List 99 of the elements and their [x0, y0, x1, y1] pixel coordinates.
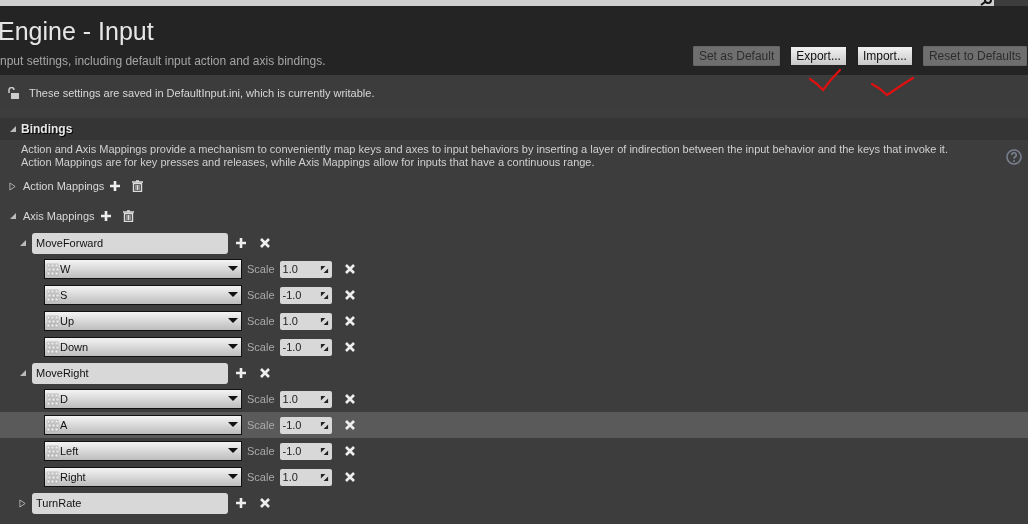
scale-label: Scale [247, 445, 275, 457]
collapse-arrow-icon[interactable] [8, 124, 17, 134]
add-icon[interactable] [235, 497, 247, 509]
scale-field[interactable]: 1.0 [279, 468, 332, 486]
axis-name-field[interactable]: MoveRight [32, 362, 228, 384]
close-icon[interactable] [260, 498, 270, 508]
scale-label: Scale [247, 289, 275, 301]
description-text: Action and Axis Mappings provide a mechanism to conveniently map keys and axes to input behaviors by inserting a layer of indirection between the input behavior and the keys that invoke it. [21, 143, 948, 156]
keyboard-icon [46, 340, 60, 354]
key-name: Left [60, 445, 80, 457]
close-icon[interactable] [344, 420, 355, 430]
check-mark-drawing [808, 68, 842, 92]
keyboard-icon [46, 444, 60, 458]
scale-field[interactable]: 1.0 [279, 390, 332, 408]
header-button[interactable]: Import... [856, 46, 913, 66]
collapse-arrow-icon[interactable] [8, 211, 17, 221]
scale-label: Scale [247, 315, 275, 327]
scale-label: Scale [247, 263, 275, 275]
drag-handle-icon[interactable] [319, 420, 329, 430]
section-title: Bindings [21, 122, 73, 136]
keyboard-icon [46, 288, 60, 302]
keyboard-icon [46, 262, 60, 276]
scale-label: Scale [247, 393, 275, 405]
page-title: Engine - Input [0, 16, 155, 46]
scale-field[interactable]: 1.0 [279, 260, 332, 278]
collapse-arrow-icon[interactable] [18, 368, 27, 378]
caret-icon [228, 266, 238, 272]
section-header[interactable]: Bindings [0, 118, 1028, 140]
add-icon[interactable] [235, 367, 247, 379]
key-name: W [60, 263, 72, 275]
close-icon[interactable] [260, 368, 270, 378]
scale-label: Scale [247, 419, 275, 431]
key-name: Down [60, 341, 90, 353]
collapse-arrow-icon[interactable] [18, 238, 27, 248]
search-field[interactable] [0, 0, 994, 6]
unlocked-padlock-icon [7, 86, 19, 99]
drag-handle-icon[interactable] [319, 342, 329, 352]
close-icon[interactable] [344, 342, 355, 352]
caret-icon [228, 318, 238, 324]
expand-arrow-icon[interactable] [18, 498, 27, 508]
scale-field[interactable]: -1.0 [279, 442, 332, 460]
keyboard-icon [46, 314, 60, 328]
drag-handle-icon[interactable] [319, 264, 329, 274]
key-dropdown[interactable]: Right [44, 467, 242, 487]
scale-field[interactable]: -1.0 [279, 286, 332, 304]
key-name: A [60, 419, 69, 431]
scale-field[interactable]: -1.0 [279, 338, 332, 356]
key-dropdown[interactable]: A [44, 415, 242, 435]
add-icon[interactable] [109, 180, 122, 192]
notice-text: These settings are saved in DefaultInput.ini, which is currently writable. [29, 86, 375, 99]
group-label: Action Mappings [23, 180, 105, 192]
expand-arrow-icon[interactable] [8, 181, 17, 191]
keyboard-icon [46, 470, 60, 484]
key-name: Right [60, 471, 87, 483]
caret-icon [228, 448, 238, 454]
axis-name-field[interactable]: MoveForward [32, 232, 228, 254]
caret-icon [228, 474, 238, 480]
trash-icon[interactable] [132, 180, 144, 192]
keyboard-icon [46, 418, 60, 432]
key-name: D [60, 393, 69, 405]
drag-handle-icon[interactable] [319, 472, 329, 482]
add-icon[interactable] [235, 237, 247, 249]
axis-name-field[interactable]: TurnRate [32, 492, 228, 514]
close-icon[interactable] [344, 290, 355, 300]
keyboard-icon [46, 392, 60, 406]
caret-icon [228, 396, 238, 402]
close-icon[interactable] [344, 472, 355, 482]
caret-icon [228, 344, 238, 350]
drag-handle-icon[interactable] [319, 290, 329, 300]
search-icon [980, 0, 992, 6]
close-icon[interactable] [344, 394, 355, 404]
header-button[interactable]: Export... [790, 46, 847, 66]
scale-field[interactable]: 1.0 [279, 312, 332, 330]
drag-handle-icon[interactable] [319, 446, 329, 456]
page-subtitle: nput settings, including default input action and axis bindings. [0, 54, 326, 68]
key-name: Up [60, 315, 76, 327]
drag-handle-icon[interactable] [319, 394, 329, 404]
scale-label: Scale [247, 341, 275, 353]
key-dropdown[interactable]: Down [44, 337, 242, 357]
scale-field[interactable]: -1.0 [279, 416, 332, 434]
key-dropdown[interactable]: Up [44, 311, 242, 331]
group-label: Axis Mappings [23, 210, 95, 222]
key-dropdown[interactable]: Left [44, 441, 242, 461]
caret-icon [228, 292, 238, 298]
scale-label: Scale [247, 471, 275, 483]
close-icon[interactable] [260, 238, 270, 248]
caret-icon [228, 422, 238, 428]
description-text: Action Mappings are for key presses and releases, while Axis Mappings allow for inputs that have a continuous range. [21, 156, 596, 169]
key-dropdown[interactable]: W [44, 259, 242, 279]
key-dropdown[interactable]: D [44, 389, 242, 409]
add-icon[interactable] [99, 210, 112, 222]
close-icon[interactable] [344, 316, 355, 326]
key-name: S [60, 289, 69, 301]
close-icon[interactable] [344, 446, 355, 456]
trash-icon[interactable] [122, 210, 134, 222]
drag-handle-icon[interactable] [319, 316, 329, 326]
check-mark-drawing [870, 76, 915, 97]
close-icon[interactable] [344, 264, 355, 274]
key-dropdown[interactable]: S [44, 285, 242, 305]
